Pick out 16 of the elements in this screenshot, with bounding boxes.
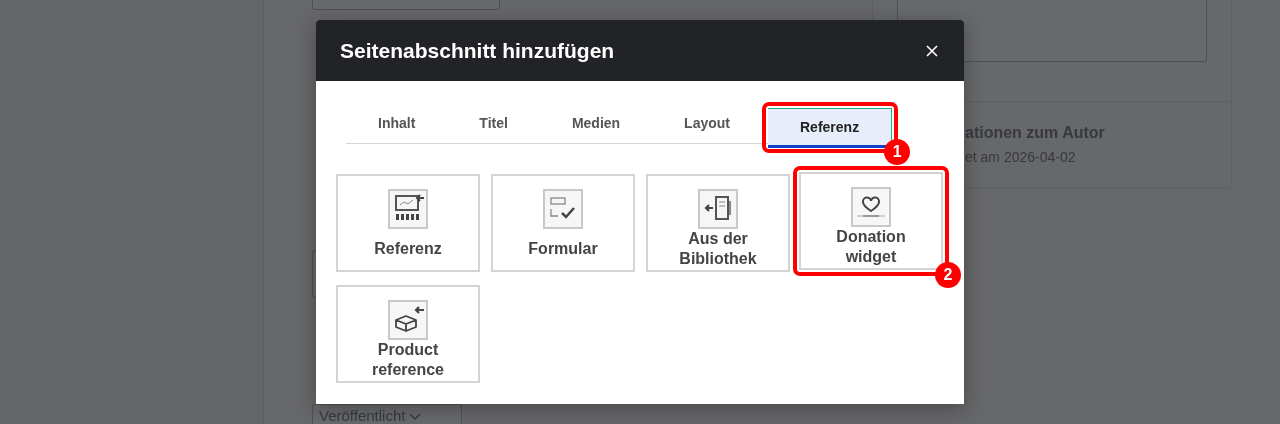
tab[interactable]: Referenz xyxy=(768,108,893,148)
section-type-tile[interactable]: Aus der Bibliothek xyxy=(646,174,790,272)
step-number: 2 xyxy=(935,262,961,288)
chevron-down-icon xyxy=(409,413,422,421)
section-type-tile[interactable]: Product reference xyxy=(336,285,480,383)
tab[interactable]: Inhalt xyxy=(346,104,448,144)
close-icon[interactable] xyxy=(924,42,940,59)
dialog-title: Seitenabschnitt hinzufügen xyxy=(340,38,615,63)
section-type-tile[interactable]: Formular xyxy=(491,174,635,272)
form-check-icon xyxy=(543,189,583,229)
tab[interactable]: Layout xyxy=(652,104,762,144)
tab[interactable]: Titel xyxy=(447,104,540,144)
section-type-tile[interactable]: Referenz xyxy=(336,174,480,272)
section-type-tile[interactable]: Donation widget xyxy=(799,172,943,270)
tab[interactable]: Medien xyxy=(539,104,653,144)
step-number: 1 xyxy=(884,139,911,165)
